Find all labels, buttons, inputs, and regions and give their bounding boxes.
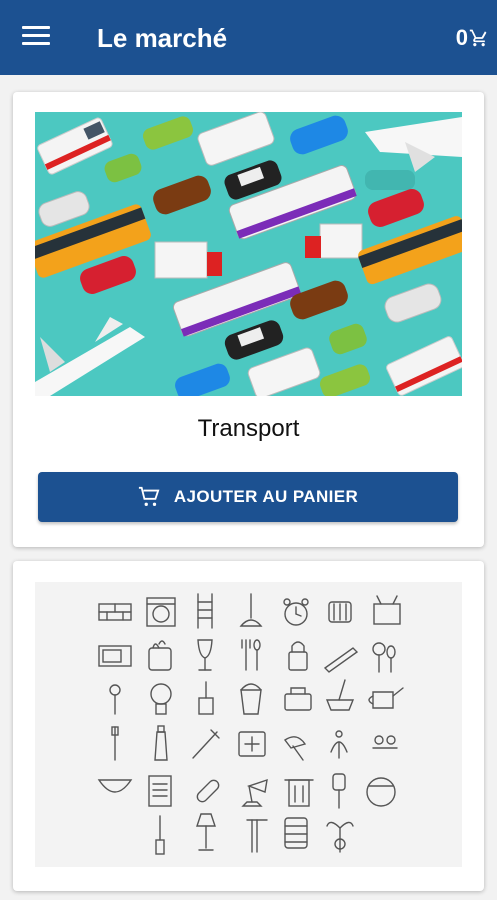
shopping-cart-icon: [138, 486, 160, 506]
radiator-icon: [328, 601, 352, 623]
watering-plant-icon: [330, 730, 348, 759]
ladder-icon: [197, 593, 213, 629]
notepad-icon: [148, 775, 172, 807]
desk-lamp-icon: [241, 778, 268, 807]
watering-can-icon: [368, 687, 404, 709]
alarm-clock-icon: [283, 598, 309, 626]
tv-icon: [373, 595, 401, 625]
toothbrush-icon: [111, 726, 119, 761]
clothes-pins-icon: [372, 735, 398, 749]
pot-icon: [148, 640, 172, 671]
shopping-cart-icon: [469, 29, 487, 47]
trash-bin-icon: [284, 779, 314, 807]
toolbox-icon: [284, 687, 312, 711]
table-lamp-icon: [196, 813, 216, 851]
cart-count: 0: [455, 25, 468, 50]
razor-icon: [192, 729, 220, 759]
dustpan-icon: [325, 679, 355, 711]
fishbowl-icon: [366, 777, 396, 807]
hair-dryer-icon: [283, 736, 307, 761]
paint-bucket-icon: [240, 683, 262, 715]
product-card-household: [13, 561, 484, 891]
product-card-transport: Transport AJOUTER AU PANIER: [13, 92, 484, 547]
wine-glass-icon: [197, 639, 213, 671]
corkscrew-icon: [332, 773, 346, 809]
toothpaste-icon: [154, 725, 168, 761]
product-image-transport[interactable]: [35, 112, 462, 396]
fork-spoon-icon: [241, 639, 261, 671]
key-icon: [109, 684, 121, 715]
first-aid-kit-icon: [238, 731, 266, 757]
plunger-icon: [239, 593, 263, 627]
plant-sprout-icon: [326, 821, 354, 853]
padlock-icon: [288, 641, 308, 671]
brick-wall-icon: [98, 603, 132, 621]
light-bulb-icon: [150, 683, 172, 715]
bandage-icon: [196, 779, 220, 803]
product-image-household[interactable]: [35, 582, 462, 867]
sewing-spool-icon: [284, 817, 308, 849]
cart-button[interactable]: 0: [456, 26, 489, 50]
paint-brush-icon: [198, 681, 214, 715]
app-bar: Le marché 0: [0, 0, 497, 75]
saw-icon: [323, 647, 359, 673]
washing-machine-icon: [146, 597, 176, 627]
add-to-cart-button[interactable]: AJOUTER AU PANIER: [38, 472, 458, 522]
transport-illustration: [35, 112, 462, 396]
magnifier-whisk-icon: [372, 642, 396, 673]
app-title: Le marché: [97, 23, 228, 53]
hamburger-menu-icon[interactable]: [22, 26, 50, 48]
hammer-icon: [246, 819, 268, 853]
microwave-icon: [98, 645, 132, 667]
household-icons-illustration: [97, 593, 404, 855]
add-to-cart-label: AJOUTER AU PANIER: [173, 487, 359, 506]
product-title: Transport: [197, 415, 300, 442]
screwdriver-icon: [155, 815, 165, 855]
bowl-icon: [97, 779, 133, 793]
